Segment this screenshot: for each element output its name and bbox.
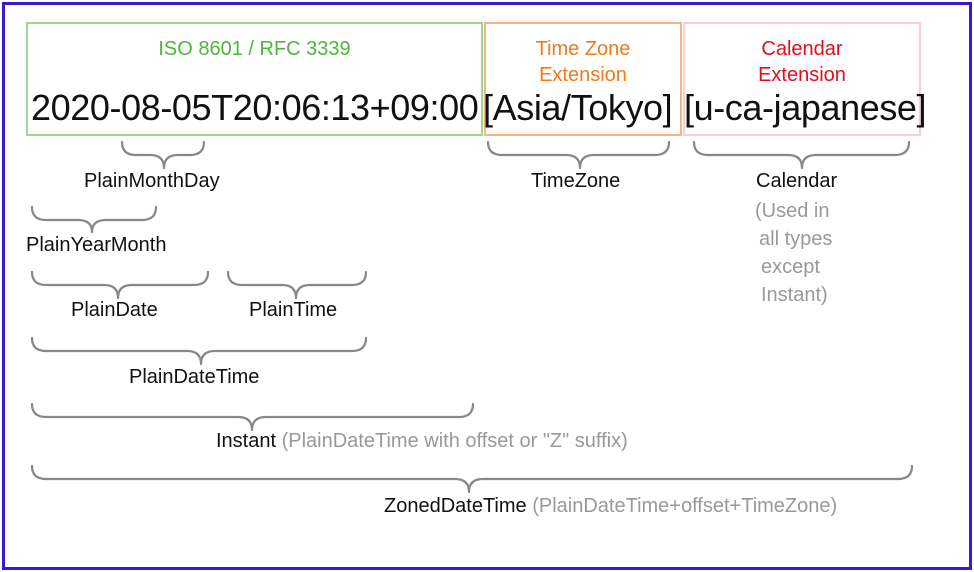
label-instant: Instant (PlainDateTime with offset or "Z… [216, 428, 628, 454]
calendar-note-line: except [761, 256, 820, 278]
label-plain-month-day: PlainMonthDay [84, 170, 220, 192]
brace-plain-year-month [30, 205, 158, 234]
instant-note: (PlainDateTime with offset or "Z" suffix… [281, 430, 628, 452]
label-time-zone: TimeZone [531, 170, 621, 192]
label-plain-date: PlainDate [71, 299, 158, 321]
brace-instant [30, 402, 475, 432]
calendar-note: (Used in all types except Instant) [755, 197, 832, 309]
label-zoned-date-time: ZonedDateTime (PlainDateTime+offset+Time… [384, 493, 837, 519]
brace-calendar [692, 140, 911, 170]
calendar-note-line: all types [759, 228, 833, 250]
brace-time-zone [486, 140, 671, 170]
zoned-date-time-note: (PlainDateTime+offset+TimeZone) [532, 495, 838, 517]
label-plain-date-time: PlainDateTime [129, 366, 260, 388]
label-plain-year-month: PlainYearMonth [26, 234, 167, 256]
brace-plain-date [30, 270, 210, 300]
calendar-note-line: (Used in [755, 200, 830, 222]
brace-plain-month-day [120, 140, 206, 170]
calendar-note-line: Instant) [761, 284, 828, 306]
brace-zoned-date-time [30, 464, 914, 494]
brace-plain-date-time [30, 336, 368, 366]
brace-plain-time [226, 270, 368, 300]
zoned-date-time-name: ZonedDateTime [384, 495, 527, 517]
label-plain-time: PlainTime [249, 299, 338, 321]
label-calendar: Calendar [756, 170, 838, 192]
instant-name: Instant [216, 430, 277, 452]
